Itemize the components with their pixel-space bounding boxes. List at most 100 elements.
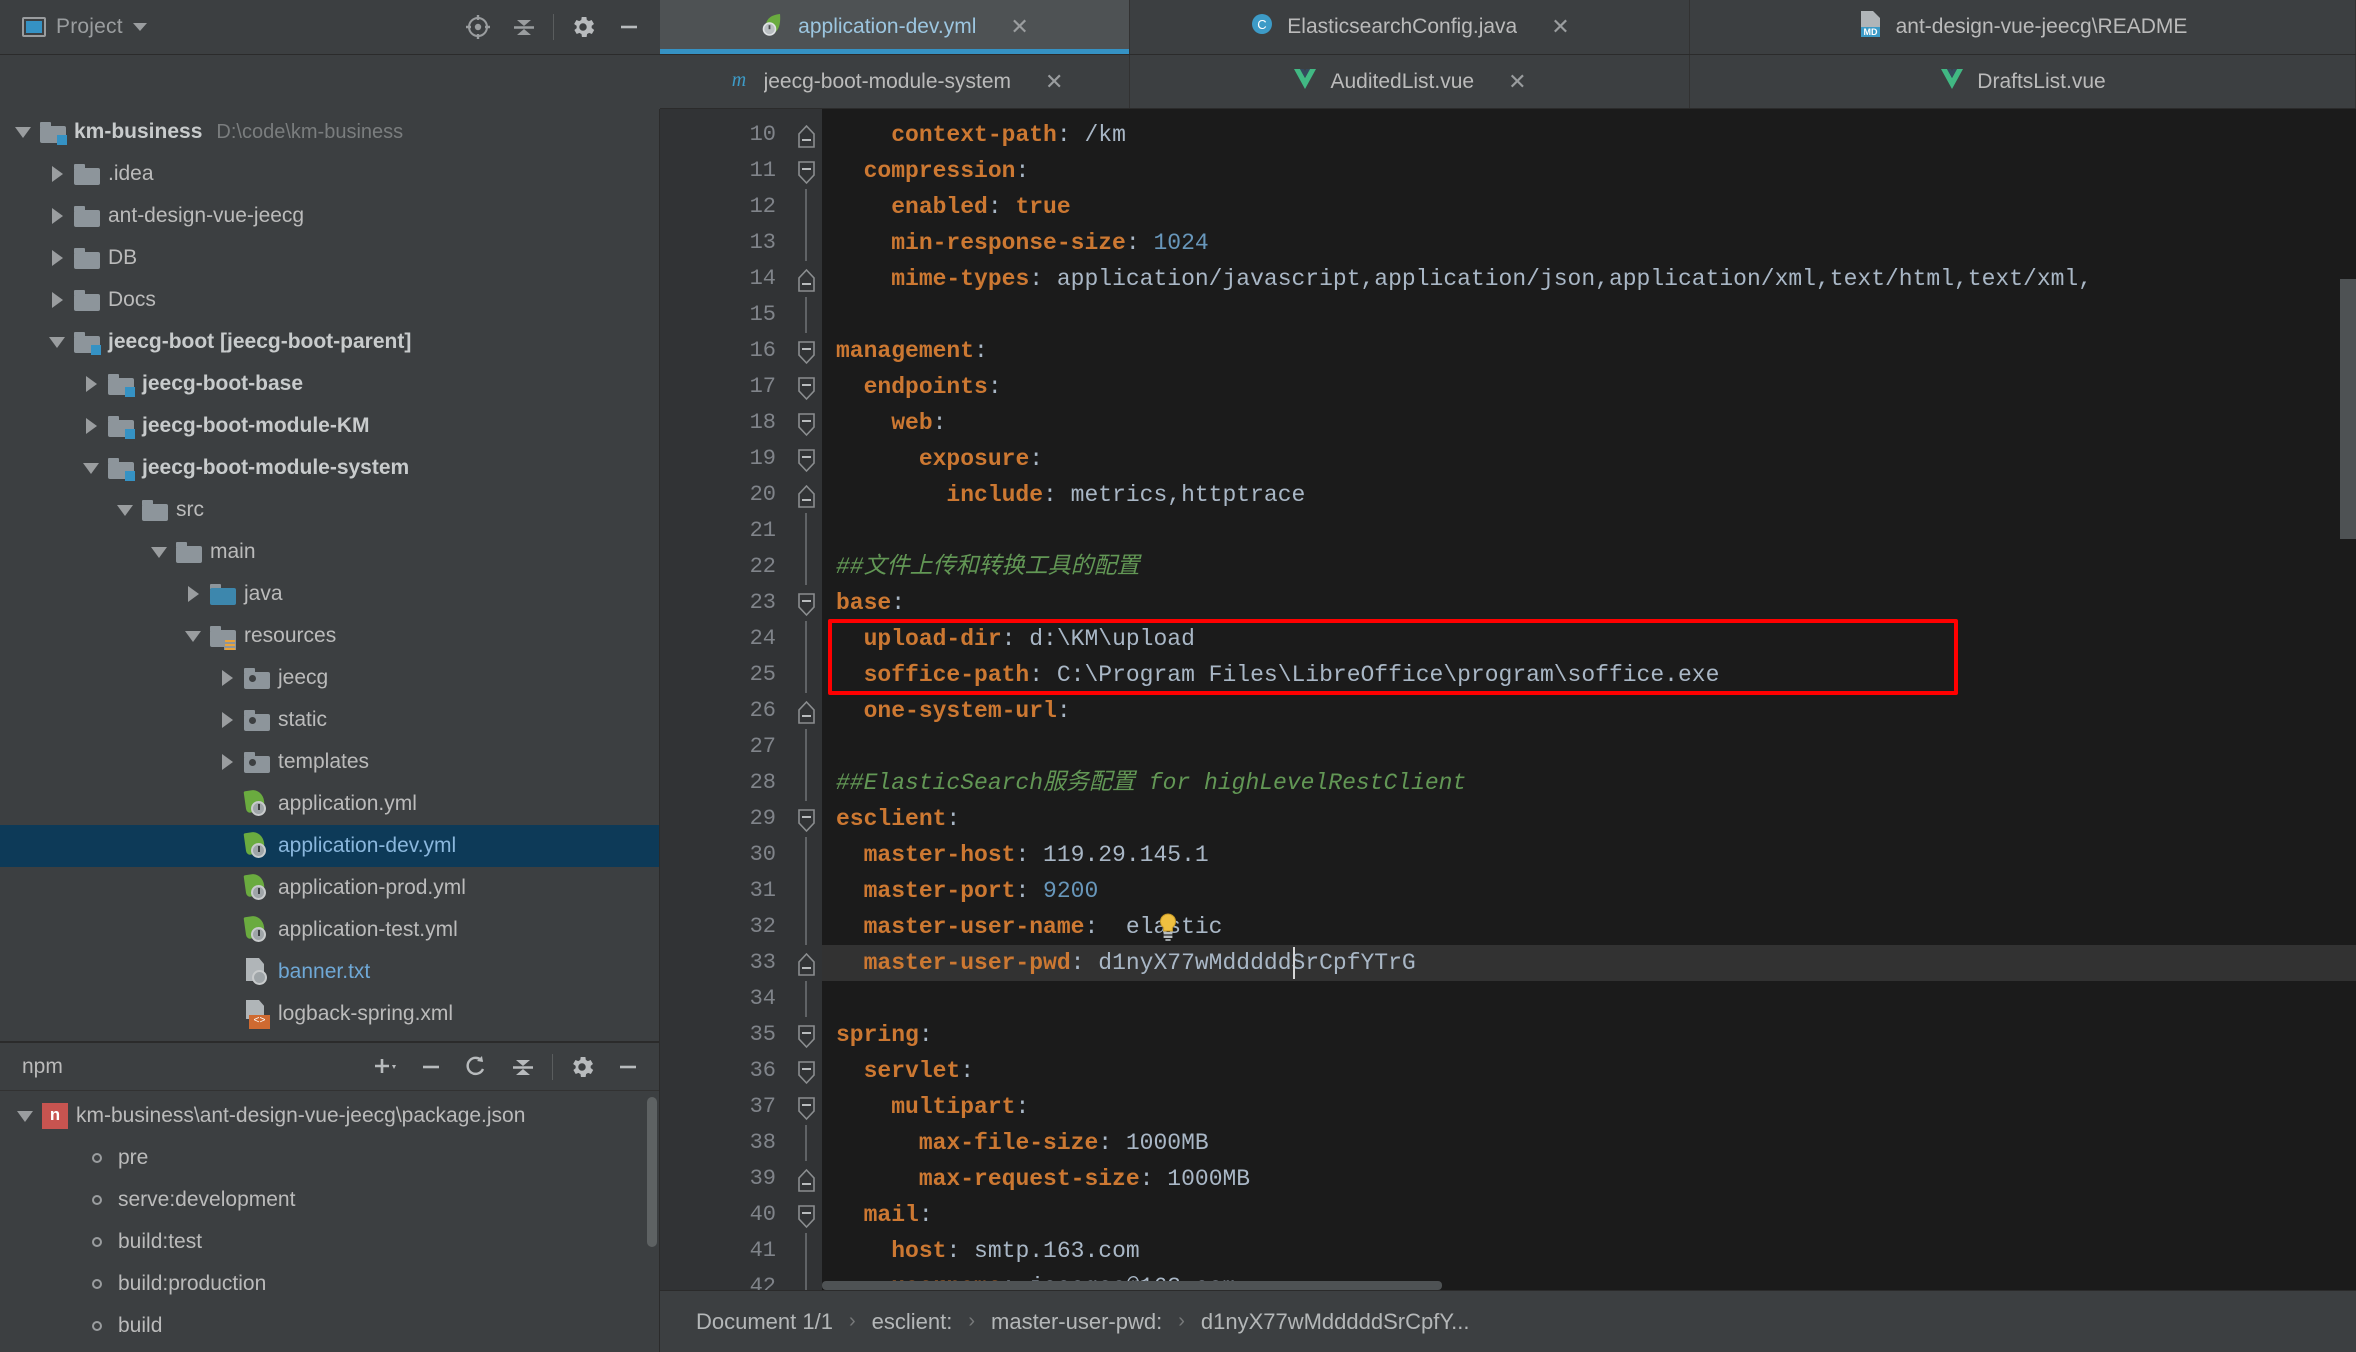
close-icon[interactable]: ✕ (1045, 70, 1063, 93)
tab-jeecg-boot-module-system[interactable]: m jeecg-boot-module-system ✕ (660, 55, 1130, 108)
code-line[interactable]: include: metrics,httptrace (822, 477, 2356, 513)
code-line[interactable]: one-system-url: (822, 693, 2356, 729)
npm-script-build-test[interactable]: build:test (0, 1221, 659, 1263)
tree-item-application-dev-yml[interactable]: application-dev.yml (0, 825, 659, 867)
tree-item-static[interactable]: static (0, 699, 659, 741)
tab-auditedlist-vue[interactable]: AuditedList.vue ✕ (1130, 55, 1690, 108)
tree-item-db[interactable]: DB (0, 237, 659, 279)
project-tool-window-title-group[interactable]: Project (0, 15, 147, 39)
editor-horizontal-scrollbar[interactable] (822, 1281, 2356, 1290)
code-line[interactable]: host: smtp.163.com (822, 1233, 2356, 1269)
code-line[interactable]: max-request-size: 1000MB (822, 1161, 2356, 1197)
tree-item-templates[interactable]: templates (0, 741, 659, 783)
fold-start-icon[interactable] (797, 161, 816, 185)
chevron-right-icon[interactable] (214, 670, 240, 686)
tree-item-banner-txt[interactable]: banner.txt (0, 951, 659, 993)
fold-end-icon[interactable] (797, 124, 816, 148)
code-line[interactable]: esclient: (822, 801, 2356, 837)
tree-item-application-prod-yml[interactable]: application-prod.yml (0, 867, 659, 909)
code-line[interactable]: multipart: (822, 1089, 2356, 1125)
code-line[interactable]: ##ElasticSearch服务配置 for highLevelRestCli… (822, 765, 2356, 801)
fold-start-icon[interactable] (797, 1061, 816, 1085)
code-line[interactable]: management: (822, 333, 2356, 369)
editor-vertical-scrollbar[interactable] (2340, 279, 2356, 539)
fold-start-icon[interactable] (797, 449, 816, 473)
hide-panel-icon[interactable] (606, 4, 652, 50)
chevron-right-icon[interactable] (78, 418, 104, 434)
fold-end-icon[interactable] (797, 1168, 816, 1192)
breadcrumb-item[interactable]: master-user-pwd: (991, 1309, 1162, 1335)
settings-icon[interactable] (560, 4, 606, 50)
tree-item-application-yml[interactable]: application.yml (0, 783, 659, 825)
code-line[interactable]: web: (822, 405, 2356, 441)
npm-script-pre[interactable]: pre (0, 1137, 659, 1179)
breadcrumb-item[interactable]: esclient: (872, 1309, 953, 1335)
npm-scrollbar[interactable] (647, 1097, 657, 1247)
chevron-down-icon[interactable] (10, 126, 36, 138)
chevron-down-icon[interactable] (12, 1110, 38, 1122)
tree-item-jeecg-boot-module-system[interactable]: jeecg-boot-module-system (0, 447, 659, 489)
code-line[interactable]: servlet: (822, 1053, 2356, 1089)
tab-draftslist-vue[interactable]: DraftsList.vue (1690, 55, 2356, 108)
chevron-down-icon[interactable] (44, 336, 70, 348)
chevron-right-icon[interactable] (214, 754, 240, 770)
tree-item-main[interactable]: main (0, 531, 659, 573)
code-line[interactable]: upload-dir: d:\KM\upload (822, 621, 2356, 657)
code-line[interactable]: master-user-name: elastic (822, 909, 2356, 945)
code-line[interactable] (822, 981, 2356, 1017)
code-line[interactable]: mail: (822, 1197, 2356, 1233)
tree-item-ant-design-vue-jeecg[interactable]: ant-design-vue-jeecg (0, 195, 659, 237)
tab-application-dev-yml[interactable]: application-dev.yml ✕ (660, 0, 1130, 54)
code-line[interactable]: mime-types: application/javascript,appli… (822, 261, 2356, 297)
npm-script-serve-development[interactable]: serve:development (0, 1179, 659, 1221)
fold-start-icon[interactable] (797, 593, 816, 617)
code-line[interactable]: master-port: 9200 (822, 873, 2356, 909)
code-line[interactable]: compression: (822, 153, 2356, 189)
tab-readme[interactable]: MD ant-design-vue-jeecg\README (1690, 0, 2356, 54)
code-line[interactable]: spring: (822, 1017, 2356, 1053)
code-line[interactable] (822, 513, 2356, 549)
hide-panel-icon[interactable] (605, 1044, 651, 1090)
fold-start-icon[interactable] (797, 1097, 816, 1121)
code-line[interactable]: master-user-pwd: d1nyX77wMdddddSrCpfYTrG (822, 945, 2356, 981)
fold-end-icon[interactable] (797, 484, 816, 508)
project-tree-panel[interactable]: km-business D:\code\km-business .idea ant-d… (0, 109, 659, 1041)
fold-start-icon[interactable] (797, 341, 816, 365)
npm-script-build-production[interactable]: build:production (0, 1263, 659, 1305)
code-line[interactable]: max-file-size: 1000MB (822, 1125, 2356, 1161)
intention-bulb-icon[interactable] (1157, 913, 1179, 941)
code-editor[interactable]: 10 11 12 13 14 15 16 17 18 19 20 21 22 23 24 25 26 27 28 29… (660, 109, 2356, 1290)
code-line[interactable]: exposure: (822, 441, 2356, 477)
npm-script-build[interactable]: build (0, 1305, 659, 1347)
chevron-right-icon[interactable] (44, 166, 70, 182)
tab-elasticsearchconfig-java[interactable]: C ElasticsearchConfig.java ✕ (1130, 0, 1690, 54)
tree-item-jeecg[interactable]: jeecg (0, 657, 659, 699)
code-line[interactable]: ##文件上传和转换工具的配置 (822, 549, 2356, 585)
reload-icon[interactable] (454, 1044, 500, 1090)
code-line[interactable]: enabled: true (822, 189, 2356, 225)
npm-scripts-tree[interactable]: n km-business\ant-design-vue-jeecg\packag… (0, 1091, 659, 1352)
code-line[interactable]: master-host: 119.29.145.1 (822, 837, 2356, 873)
chevron-down-icon[interactable] (112, 504, 138, 516)
tree-item-src[interactable]: src (0, 489, 659, 531)
npm-root-item[interactable]: n km-business\ant-design-vue-jeecg\packag… (0, 1095, 659, 1137)
tree-item-logback-spring-xml[interactable]: <> logback-spring.xml (0, 993, 659, 1035)
fold-end-icon[interactable] (797, 952, 816, 976)
code-line[interactable]: base: (822, 585, 2356, 621)
fold-start-icon[interactable] (797, 377, 816, 401)
chevron-down-icon[interactable] (132, 23, 147, 31)
line-number-gutter[interactable]: 10 11 12 13 14 15 16 17 18 19 20 21 22 23 24 25 26 27 28 29… (660, 109, 790, 1290)
fold-end-icon[interactable] (797, 268, 816, 292)
code-line[interactable]: soffice-path: C:\Program Files\LibreOffi… (822, 657, 2356, 693)
close-icon[interactable]: ✕ (1010, 16, 1028, 38)
chevron-down-icon[interactable] (180, 630, 206, 642)
tree-item-test[interactable]: test (0, 1035, 659, 1041)
breadcrumb-item[interactable]: Document 1/1 (696, 1309, 833, 1335)
code-line[interactable]: context-path: /km (822, 117, 2356, 153)
chevron-right-icon[interactable] (44, 292, 70, 308)
tree-item-jeecg-boot-base[interactable]: jeecg-boot-base (0, 363, 659, 405)
fold-start-icon[interactable] (797, 413, 816, 437)
tree-item-docs[interactable]: Docs (0, 279, 659, 321)
tree-item-jeecg-boot-jeecg-boot-parent[interactable]: jeecg-boot [jeecg-boot-parent] (0, 321, 659, 363)
tree-item-jeecg-boot-module-km[interactable]: jeecg-boot-module-KM (0, 405, 659, 447)
